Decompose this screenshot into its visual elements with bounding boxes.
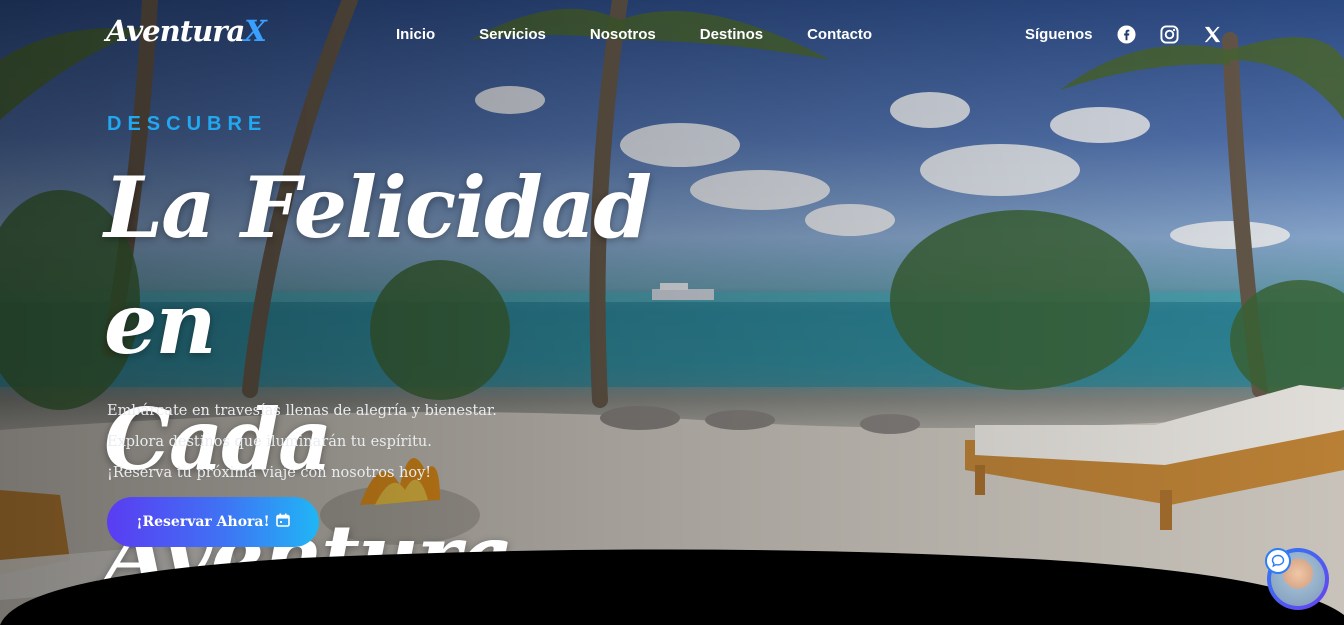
nav-item-nosotros[interactable]: Nosotros — [590, 26, 656, 43]
brand-accent: X — [244, 14, 266, 48]
chat-widget[interactable] — [1265, 548, 1329, 610]
chat-bubble-icon — [1265, 548, 1291, 574]
nav-item-inicio[interactable]: Inicio — [396, 26, 435, 43]
section-divider-curve — [0, 549, 1344, 625]
x-twitter-icon[interactable] — [1203, 24, 1223, 44]
calendar-icon — [275, 513, 290, 531]
hero-line: Embárcate en travesías llenas de alegría… — [107, 403, 497, 419]
hero-description: Embárcate en travesías llenas de alegría… — [107, 396, 497, 489]
hero-title-line-1: La Felicidad en — [104, 158, 652, 373]
nav-item-contacto[interactable]: Contacto — [807, 26, 872, 43]
nav-item-destinos[interactable]: Destinos — [700, 26, 763, 43]
reserve-now-label: ¡Reservar Ahora! — [136, 514, 270, 530]
instagram-icon[interactable] — [1160, 24, 1180, 44]
brand-logo[interactable]: AventuraX — [106, 14, 267, 48]
main-nav: Inicio Servicios Nosotros Destinos Conta… — [396, 26, 916, 43]
hero-line: Explora destinos que iluminarán tu espír… — [107, 434, 432, 450]
nav-item-servicios[interactable]: Servicios — [479, 26, 546, 43]
facebook-icon[interactable] — [1117, 24, 1137, 44]
social-label: Síguenos — [1025, 25, 1093, 43]
social-links: Síguenos — [1025, 24, 1246, 44]
hero-line: ¡Reserva tu próxima viaje con nosotros h… — [107, 465, 432, 481]
hero-eyebrow: DESCUBRE — [107, 113, 268, 135]
brand-name: Aventura — [106, 14, 245, 48]
